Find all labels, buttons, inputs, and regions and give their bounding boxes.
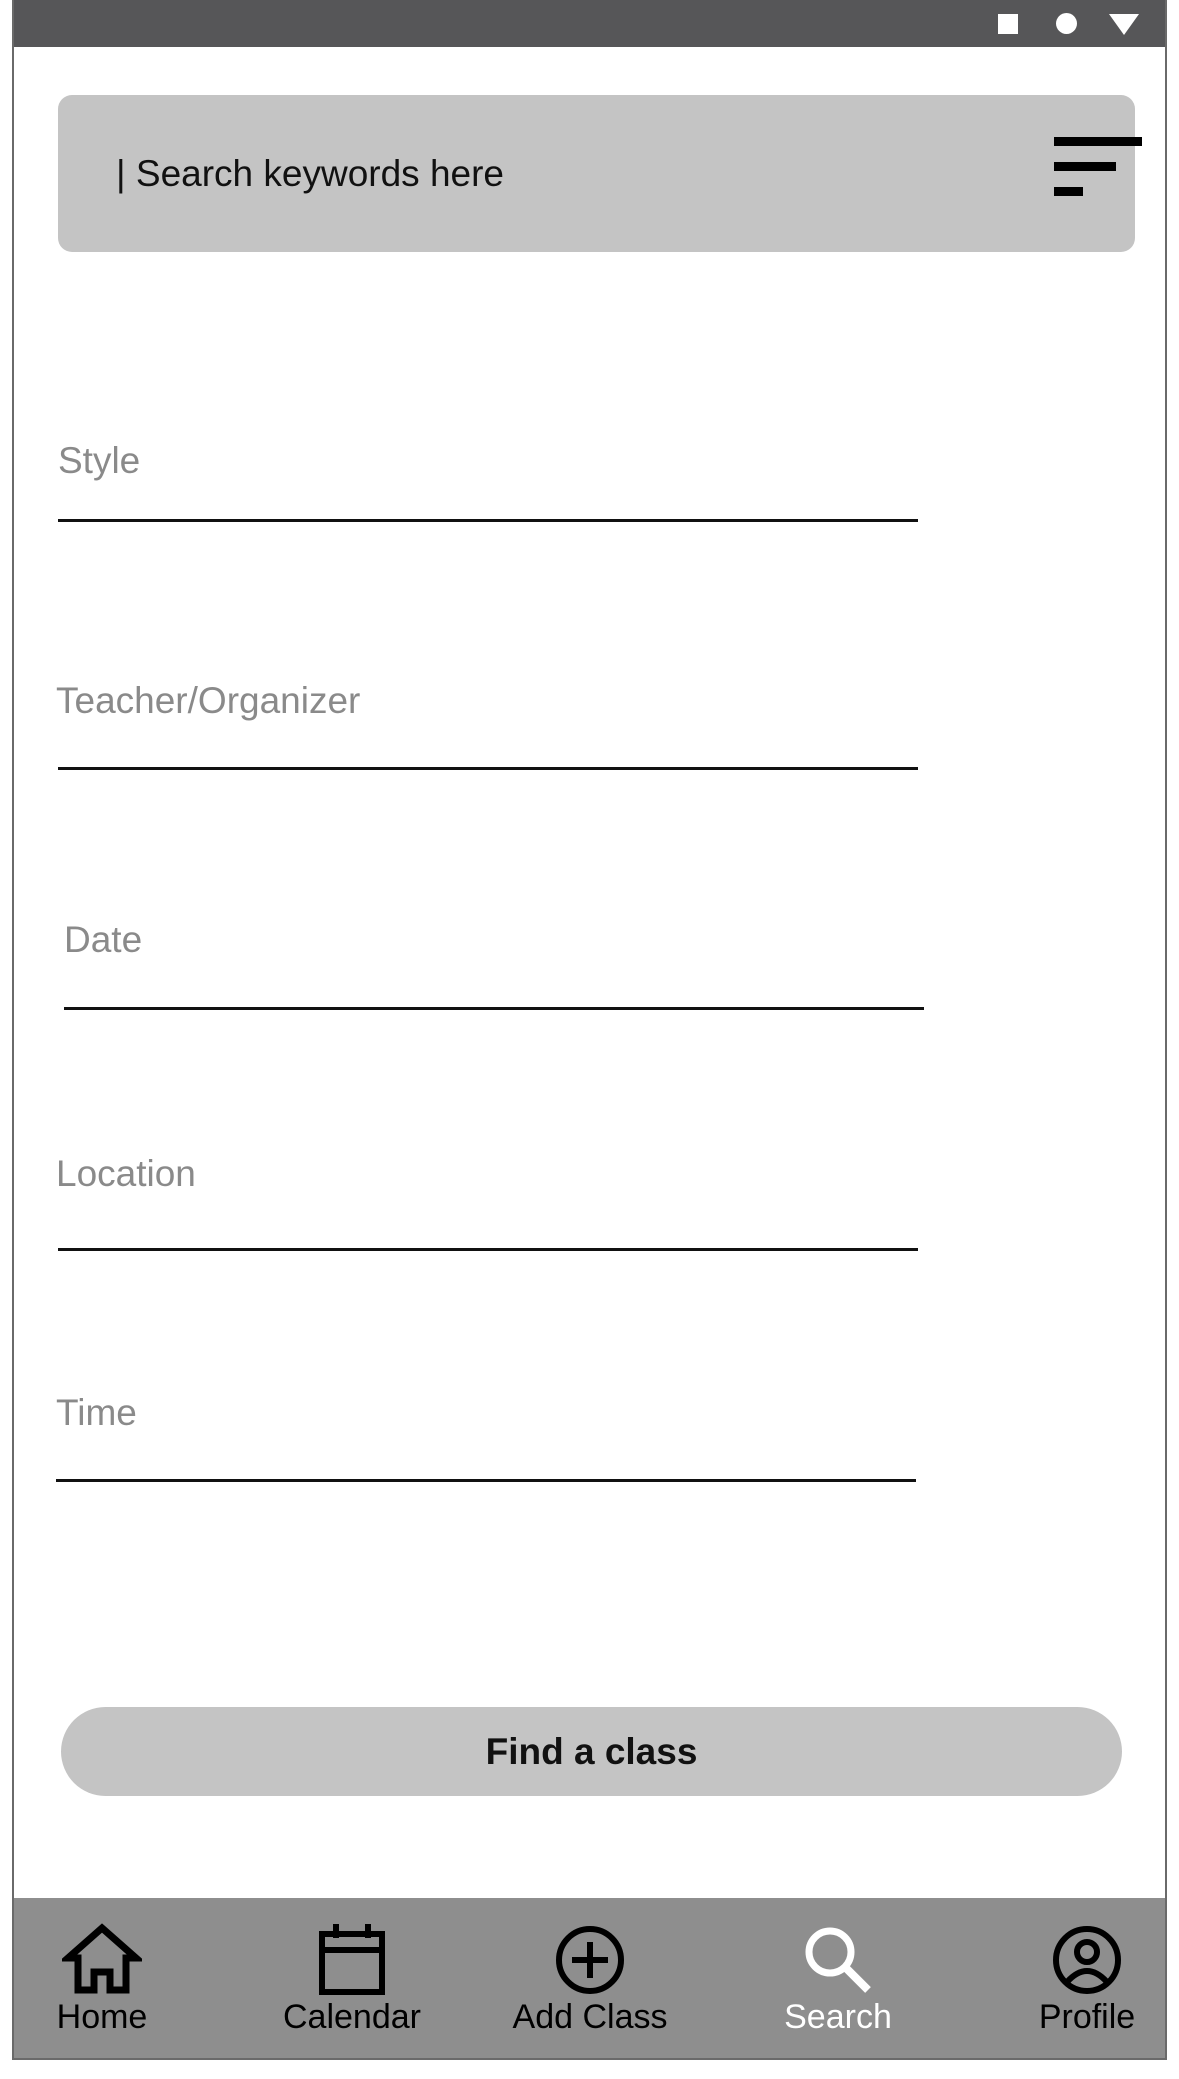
date-field-underline (64, 1007, 924, 1010)
teacher-organizer-field-underline (58, 767, 918, 770)
style-field-underline (58, 519, 918, 522)
date-field-label: Date (64, 919, 143, 960)
nav-profile[interactable]: Profile (987, 1898, 1165, 2058)
nav-profile-label: Profile (1038, 1998, 1136, 2036)
calendar-icon (319, 1924, 385, 1995)
teacher-organizer-field-label: Teacher/Organizer (56, 680, 361, 721)
search-icon (805, 1927, 871, 1993)
time-field-underline (56, 1479, 916, 1482)
location-field[interactable]: Location (56, 1153, 918, 1253)
nav-add-class[interactable]: Add Class (490, 1898, 690, 2058)
search-bar[interactable]: | Search keywords here (58, 95, 1142, 252)
find-class-button[interactable]: Find a class (61, 1707, 1122, 1796)
square-icon (998, 14, 1018, 34)
profile-icon (1053, 1926, 1121, 1994)
nav-home-label: Home (56, 1998, 148, 2036)
nav-home[interactable]: Home (14, 1898, 202, 2058)
date-field[interactable]: Date (64, 919, 924, 1011)
status-bar (14, 0, 1165, 47)
nav-search-label: Search (784, 1998, 892, 2036)
triangle-down-icon (1109, 14, 1139, 35)
time-field-label: Time (56, 1392, 137, 1433)
location-field-underline (58, 1248, 918, 1251)
circle-icon (1056, 13, 1077, 34)
nav-add-class-label: Add Class (512, 1998, 668, 2036)
time-field[interactable]: Time (56, 1392, 916, 1484)
add-circle-icon (556, 1926, 624, 1994)
style-field-label: Style (58, 440, 141, 481)
filter-sort-icon[interactable] (1054, 137, 1142, 197)
nav-calendar[interactable]: Calendar (252, 1898, 452, 2058)
phone-screen: | Search keywords here Style Teacher/Org… (12, 0, 1167, 2060)
teacher-organizer-field[interactable]: Teacher/Organizer (56, 680, 918, 772)
style-field[interactable]: Style (58, 440, 918, 522)
bottom-nav: Home Calendar Add Class Search Profile (14, 1898, 1165, 2058)
home-icon (62, 1923, 142, 1994)
nav-calendar-label: Calendar (283, 1998, 421, 2036)
location-field-label: Location (56, 1153, 196, 1194)
nav-search[interactable]: Search (738, 1898, 938, 2058)
search-input[interactable]: | Search keywords here (116, 153, 504, 195)
